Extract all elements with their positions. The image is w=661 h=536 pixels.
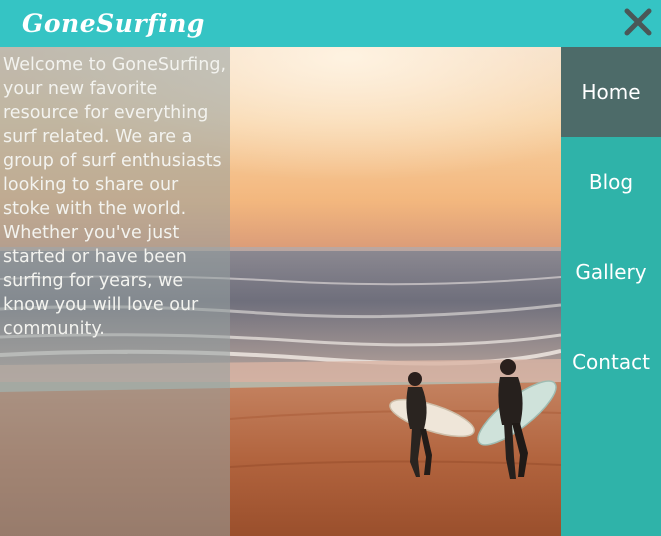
close-x-icon bbox=[624, 8, 652, 36]
site-logo[interactable]: GoneSurfing bbox=[22, 9, 205, 39]
intro-panel: Welcome to GoneSurfing, your new favorit… bbox=[0, 47, 230, 536]
side-nav: Home Blog Gallery Contact bbox=[561, 47, 661, 536]
nav-item-blog[interactable]: Blog bbox=[561, 137, 661, 227]
nav-item-home[interactable]: Home bbox=[561, 47, 661, 137]
top-header: GoneSurfing bbox=[0, 0, 661, 47]
nav-item-contact[interactable]: Contact bbox=[561, 317, 661, 407]
nav-item-gallery[interactable]: Gallery bbox=[561, 227, 661, 317]
close-menu-button[interactable] bbox=[622, 6, 654, 38]
intro-text: Welcome to GoneSurfing, your new favorit… bbox=[3, 55, 227, 339]
